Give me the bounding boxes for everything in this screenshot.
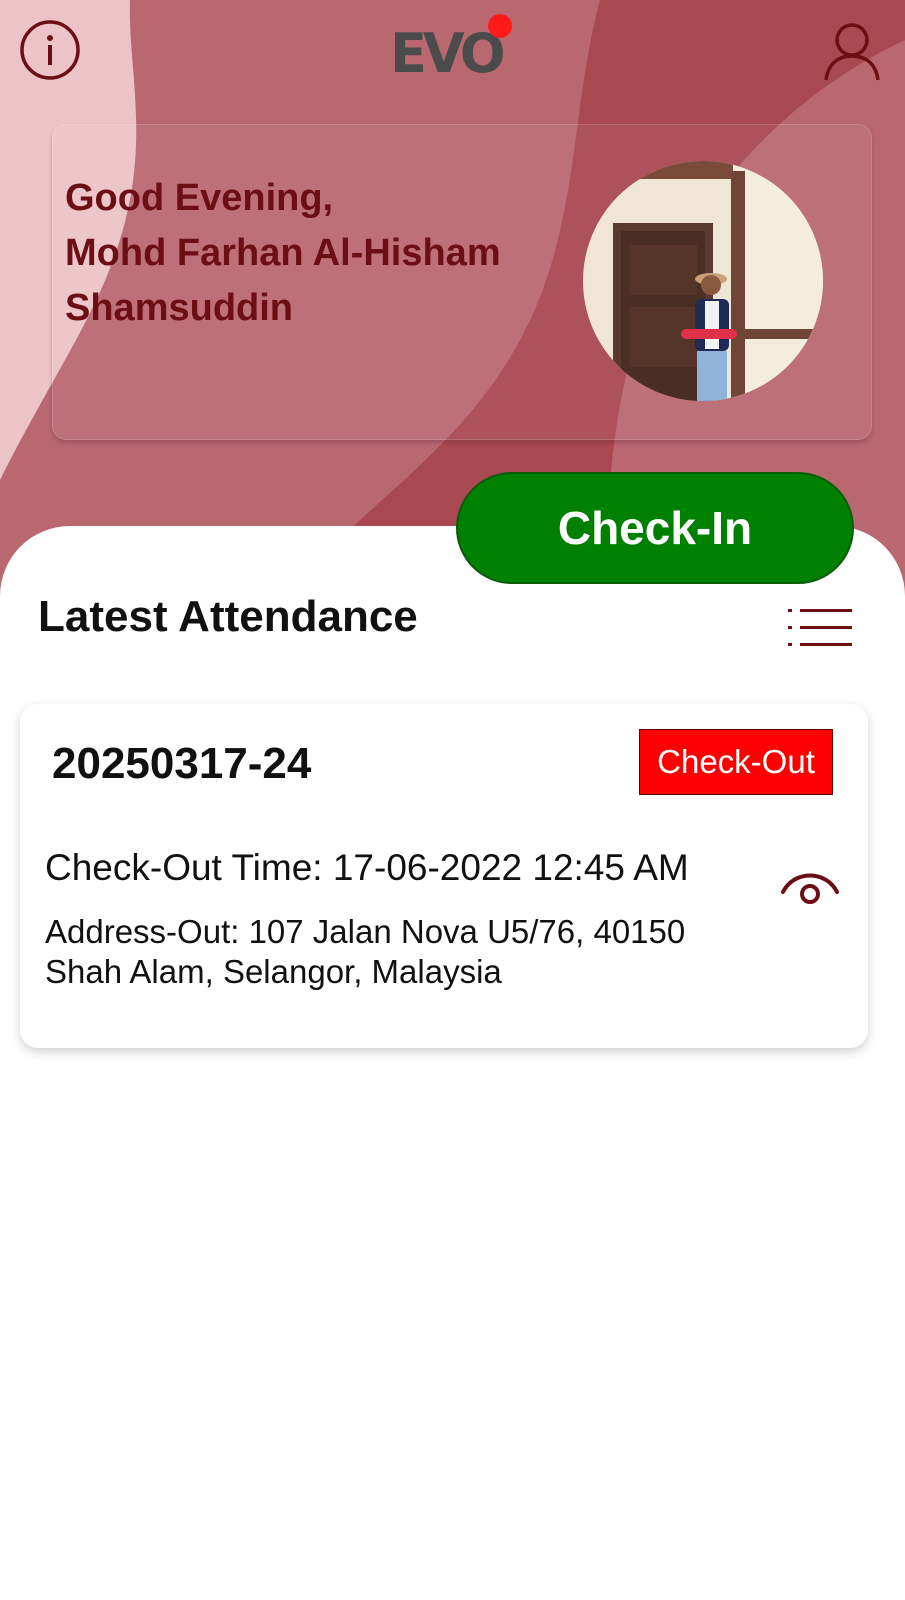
greeting-card: Good Evening, Mohd Farhan Al-Hisham Sham… [52, 124, 872, 440]
user-name-line: Shamsuddin [65, 287, 294, 329]
logo-dot [488, 14, 512, 38]
greeting-line: Good Evening, [65, 177, 334, 219]
check-out-time: Check-Out Time: 17-06-2022 12:45 AM [45, 847, 689, 888]
info-icon[interactable] [18, 18, 82, 82]
attendance-card[interactable]: 20250317-24 Check-Out Check-Out Time: 17… [20, 704, 868, 1048]
greeting-text: Good Evening, Mohd Farhan Al-Hisham Sham… [65, 171, 585, 336]
section-title: Latest Attendance [38, 592, 418, 641]
evo-logo: EVO [390, 14, 520, 84]
user-name-line: Mohd Farhan Al-Hisham [65, 232, 501, 274]
list-icon[interactable] [788, 606, 852, 650]
avatar-photo [583, 161, 823, 401]
eye-icon[interactable] [780, 864, 840, 908]
logo-text: EVO [390, 22, 506, 85]
content-sheet [0, 526, 905, 1600]
check-out-address: Address-Out: 107 Jalan Nova U5/76, 40150… [45, 913, 686, 990]
avatar[interactable] [583, 161, 823, 401]
check-in-button[interactable]: Check-In [456, 472, 854, 584]
attendance-id: 20250317-24 [52, 739, 312, 788]
status-badge: Check-Out [639, 729, 833, 795]
user-profile-icon[interactable] [822, 20, 882, 84]
